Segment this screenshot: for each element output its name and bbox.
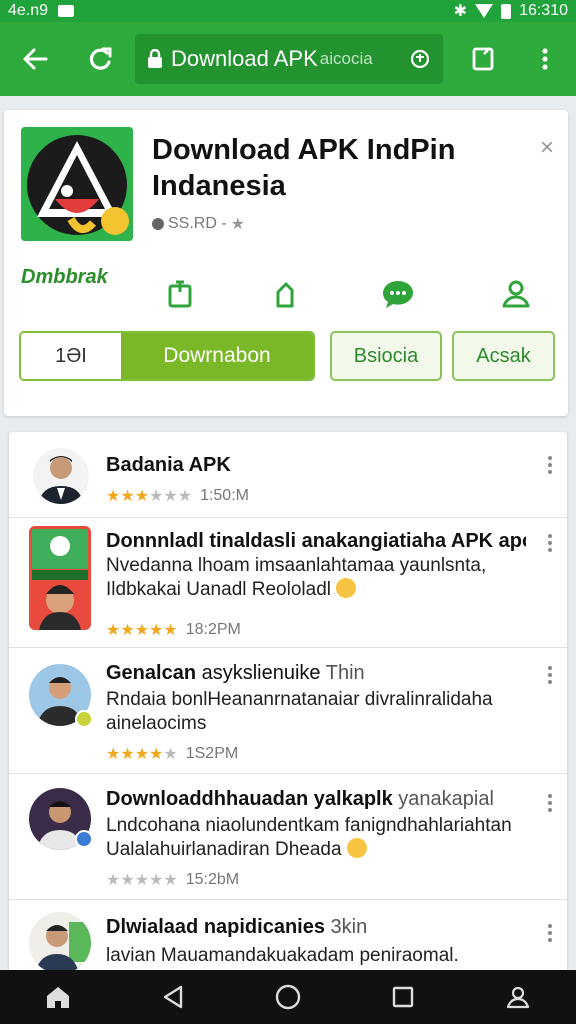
badge-icon xyxy=(75,710,93,728)
rating-stars: ★★★★★ 18:2PM xyxy=(106,621,241,639)
system-nav-bar xyxy=(0,970,576,1024)
emoji-icon xyxy=(336,578,357,598)
close-icon[interactable]: × xyxy=(540,134,554,162)
review-time: 1:50:M xyxy=(200,487,249,504)
review-time: 18:2PM xyxy=(185,621,241,638)
review-time: 15:2bM xyxy=(185,871,240,888)
star-icon: ★ xyxy=(230,216,246,233)
list-item[interactable]: Genalcan asykslienuike Thin Rndaia bonlH… xyxy=(9,648,567,774)
more-options-icon[interactable] xyxy=(547,794,553,812)
review-body: lavian Mauamandakuakadam peniraomal. xyxy=(106,945,459,966)
translate-icon[interactable] xyxy=(409,48,431,70)
chat-icon[interactable] xyxy=(380,276,416,312)
more-options-icon[interactable] xyxy=(547,666,553,684)
recents-icon[interactable] xyxy=(383,977,423,1017)
review-title: Genalcan asykslienuike Thin xyxy=(106,662,365,684)
account-icon[interactable] xyxy=(498,977,538,1017)
list-item[interactable]: Donnnladl tinaldasli anakangiatiaha APK … xyxy=(9,518,567,648)
url-bar[interactable]: Download APK aicocia xyxy=(135,34,443,84)
download-button[interactable]: 1ƏI Dowrnabon xyxy=(19,331,315,381)
back-arrow-icon[interactable] xyxy=(12,36,58,82)
browser-toolbar: Download APK aicocia xyxy=(0,22,576,96)
rating-stars: ★★★★★ 15:2bM xyxy=(106,871,240,889)
install-icon[interactable] xyxy=(162,276,198,312)
app-logo-icon xyxy=(21,127,133,241)
app-install-card: Download APK IndPin Indanesia SS.RD - ★ … xyxy=(4,110,568,416)
home-circle-icon[interactable] xyxy=(268,977,308,1017)
lock-icon xyxy=(148,49,162,68)
review-body: Rndaia bonlHeananrnatanaiar divralinrali… xyxy=(106,689,493,734)
tabs-icon[interactable] xyxy=(460,36,506,82)
rating-stars: ★★★ ★★★ 1:50:M xyxy=(106,487,249,505)
action-icons-row xyxy=(4,276,568,312)
app-title: Download APK IndPin Indanesia xyxy=(152,134,456,202)
review-author: Badania APK xyxy=(106,454,231,476)
home-icon[interactable] xyxy=(38,977,78,1017)
review-title: Downloaddhhauadan yalkaplk yanakapial xyxy=(106,788,494,810)
developer-icon xyxy=(152,218,164,230)
review-title: Dlwialaad napidicanies 3kin xyxy=(106,916,368,938)
url-title: Download APK xyxy=(171,46,318,71)
bluetooth-icon: ✱ xyxy=(453,3,468,20)
more-options-icon[interactable] xyxy=(547,924,553,942)
avatar xyxy=(29,526,91,630)
secondary-button[interactable]: Bsiocia xyxy=(330,331,442,381)
app-meta: SS.RD - ★ xyxy=(152,214,245,234)
reviews-list: Badania APK ★★★ ★★★ 1:50:M Donnnladl tina… xyxy=(9,432,567,972)
status-bar: 4e.n9 ✱ 16:310 xyxy=(0,0,576,22)
share-icon[interactable] xyxy=(268,276,304,312)
status-time-right: 16:310 xyxy=(519,2,568,19)
app-meta-text: SS.RD - xyxy=(168,215,227,232)
status-time-left: 4e.n9 xyxy=(8,2,49,19)
list-item[interactable]: Dlwialaad napidicanies 3kin lavian Mauam… xyxy=(9,900,567,972)
reload-icon[interactable] xyxy=(78,36,124,82)
review-body: Lndcohana niaolundentkam fanigndhahlaria… xyxy=(106,815,512,860)
verified-icon xyxy=(75,830,93,848)
overflow-menu-icon[interactable] xyxy=(522,36,568,82)
button-row: 1ƏI Dowrnabon Bsiocia Acsak xyxy=(19,331,555,381)
avatar xyxy=(33,448,89,504)
back-icon[interactable] xyxy=(153,977,193,1017)
download-count: 1ƏI xyxy=(21,333,121,379)
rating-stars: ★★★★ ★ 1S2PM xyxy=(106,745,239,763)
profile-icon[interactable] xyxy=(498,276,534,312)
more-options-icon[interactable] xyxy=(547,534,553,552)
notification-icon xyxy=(58,5,75,17)
signal-icon xyxy=(475,4,494,18)
review-body: Nvedanna lhoam imsaanlahtamaa yaunlsnta,… xyxy=(106,555,487,600)
more-options-icon[interactable] xyxy=(547,456,553,474)
list-item[interactable]: Badania APK ★★★ ★★★ 1:50:M xyxy=(9,432,567,518)
tertiary-button[interactable]: Acsak xyxy=(452,331,555,381)
review-title: Donnnladl tinaldasli anakangiatiaha APK … xyxy=(106,530,526,552)
list-item[interactable]: Downloaddhhauadan yalkaplk yanakapial Ln… xyxy=(9,774,567,900)
download-label: Dowrnabon xyxy=(121,333,313,379)
battery-icon xyxy=(501,3,512,19)
url-suffix: aicocia xyxy=(319,49,373,68)
emoji-icon xyxy=(346,838,367,858)
review-time: 1S2PM xyxy=(185,745,239,762)
avatar xyxy=(29,912,91,972)
